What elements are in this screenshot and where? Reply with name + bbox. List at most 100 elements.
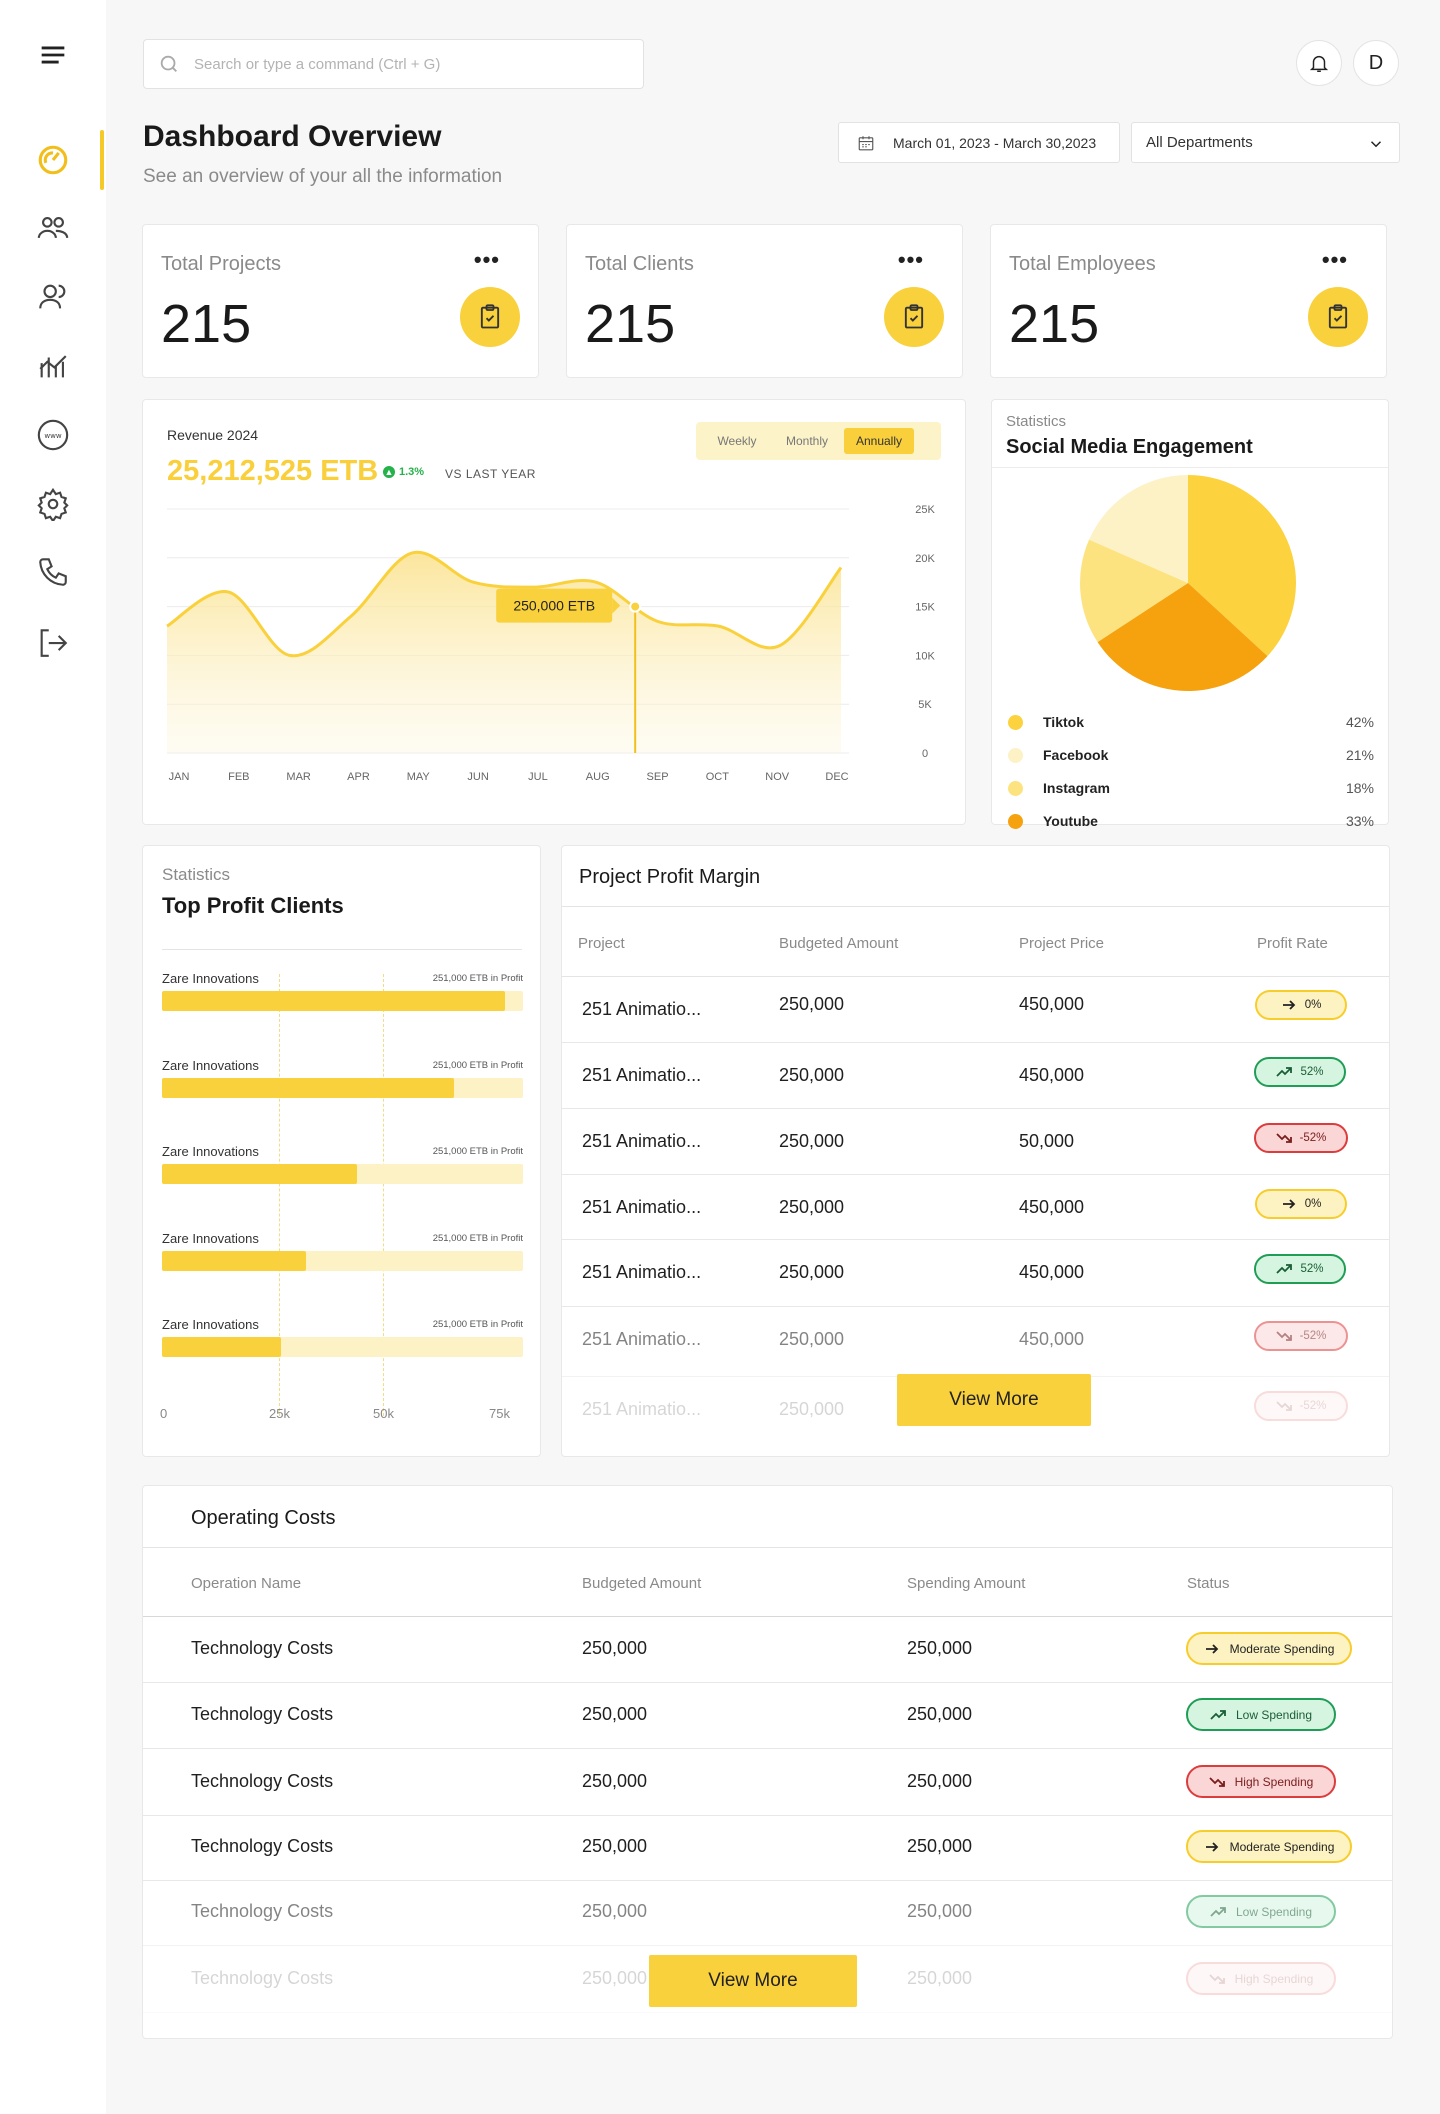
table-row[interactable]: 251 Animatio... 250,000 450,000 0%: [562, 977, 1389, 1043]
status-badge: High Spending: [1186, 1765, 1336, 1798]
more-options-icon[interactable]: •••: [898, 247, 924, 273]
bar-track: [162, 1077, 523, 1098]
stat-card-clients: Total Clients 215 •••: [566, 224, 963, 378]
status-label: High Spending: [1234, 1774, 1314, 1789]
divider: [143, 1547, 1392, 1548]
project-price: 450,000: [1019, 1329, 1085, 1349]
sidebar-active-indicator: [100, 130, 104, 190]
legend-name: Youtube: [1043, 813, 1098, 829]
profit-rate-value: -52%: [1299, 1400, 1327, 1412]
spending-amount: 250,000: [907, 1968, 973, 1988]
operation-name: Technology Costs: [191, 1771, 334, 1791]
logout-icon[interactable]: [34, 624, 72, 662]
x-tick-label: OCT: [706, 771, 730, 783]
table-row[interactable]: 251 Animatio... 250,000 450,000 -52%: [562, 1307, 1389, 1377]
operating-costs-title: Operating Costs: [191, 1507, 336, 1529]
top-profit-clients-card: Statistics Top Profit Clients Zare Innov…: [142, 845, 541, 1457]
search-input[interactable]: [194, 55, 614, 73]
view-more-button[interactable]: View More: [897, 1374, 1091, 1426]
table-row[interactable]: Technology Costs 250,000 250,000 Low Spendi…: [143, 1880, 1392, 1946]
legend-dot: [1008, 780, 1023, 796]
operation-name: Technology Costs: [191, 1968, 334, 1988]
section-label: Statistics: [1006, 413, 1067, 430]
table-row[interactable]: 251 Animatio... 250,000 50,000 -52%: [562, 1109, 1389, 1175]
client-profit: 251,000 ETB in Profit: [432, 973, 523, 984]
clipboard-check-icon: [1308, 287, 1368, 347]
y-tick-label: 10K: [915, 650, 935, 662]
budget-amount: 250,000: [779, 1262, 845, 1282]
tooltip-label: 250,000 ETB: [513, 598, 595, 614]
table-row[interactable]: 251 Animatio... 250,000 450,000 0%: [562, 1175, 1389, 1240]
table-row[interactable]: Technology Costs 250,000 250,000 Moderate S…: [143, 1617, 1392, 1683]
column-header: Operation Name: [191, 1575, 302, 1592]
department-select[interactable]: All Departments: [1131, 122, 1400, 163]
profit-rate-badge: 52%: [1254, 1057, 1346, 1087]
status-label: Moderate Spending: [1229, 1839, 1335, 1854]
client-name: Zare Innovations: [162, 1144, 259, 1159]
bar-fill: [162, 1337, 282, 1357]
search-bar[interactable]: [143, 39, 644, 89]
project-name: 251 Animatio...: [582, 1065, 702, 1085]
notification-button[interactable]: [1296, 40, 1342, 86]
y-tick-label: 25K: [915, 504, 935, 516]
bell-icon: [1309, 55, 1329, 72]
settings-icon[interactable]: [34, 485, 72, 523]
website-icon[interactable]: www: [34, 416, 72, 454]
analytics-icon[interactable]: [34, 347, 72, 385]
legend-name: Tiktok: [1043, 714, 1084, 730]
clipboard-check-icon: [884, 287, 944, 347]
profit-rate-badge: 52%: [1254, 1254, 1346, 1284]
bar-fill: [162, 1077, 455, 1098]
client-profit: 251,000 ETB in Profit: [432, 1232, 523, 1244]
avatar[interactable]: D: [1353, 40, 1399, 86]
revenue-card: Revenue 2024 25,212,525 ETB ▲ 1.3% VS LA…: [142, 399, 966, 825]
trend-down-icon: [1208, 1776, 1225, 1788]
phone-icon[interactable]: [34, 553, 72, 591]
trend-up-icon: [1210, 1709, 1226, 1721]
sidebar: www: [0, 0, 106, 2114]
x-tick-label: APR: [347, 771, 370, 783]
budget-amount: 250,000: [779, 1197, 845, 1217]
table-row[interactable]: 251 Animatio... 250,000 450,000 52%: [562, 1043, 1389, 1109]
bar-fill: [162, 1164, 357, 1184]
table-row[interactable]: Technology Costs 250,000 250,000 Low Spendi…: [143, 1683, 1392, 1749]
svg-text:www: www: [44, 431, 62, 440]
date-range-picker[interactable]: March 01, 2023 - March 30,2023: [838, 122, 1120, 163]
table-row[interactable]: Technology Costs 250,000 250,000 High Spend…: [143, 1750, 1392, 1816]
stat-label: Total Projects: [161, 253, 282, 275]
view-more-button[interactable]: View More: [649, 1955, 857, 2007]
profit-rate-value: -52%: [1299, 1330, 1327, 1342]
chevron-down-icon: [1370, 141, 1382, 148]
spending-amount: 250,000: [907, 1836, 973, 1856]
table-row[interactable]: Technology Costs 250,000 250,000 Moderate S…: [143, 1815, 1392, 1881]
x-tick-label: JUN: [467, 771, 488, 783]
profit-rate-value: 52%: [1300, 1263, 1324, 1275]
profit-rate-badge: -52%: [1254, 1321, 1348, 1351]
employees-icon[interactable]: [34, 278, 72, 316]
divider: [562, 906, 1389, 907]
client-profit: 251,000 ETB in Profit: [432, 1059, 523, 1071]
project-name: 251 Animatio...: [582, 999, 702, 1019]
menu-icon[interactable]: [34, 36, 72, 74]
avatar-letter: D: [1368, 51, 1384, 74]
clients-icon[interactable]: [34, 209, 72, 247]
status-badge: Low Spending: [1186, 1698, 1336, 1731]
status-label: Moderate Spending: [1229, 1641, 1335, 1656]
budget-amount: 250,000: [779, 1329, 845, 1349]
trend-down-icon: [1275, 1330, 1292, 1342]
dashboard-icon[interactable]: [34, 141, 72, 179]
more-options-icon[interactable]: •••: [474, 247, 500, 273]
x-tick-label: NOV: [765, 771, 790, 783]
stat-value: 215: [1009, 294, 1100, 354]
section-label: Statistics: [162, 865, 231, 884]
operation-name: Technology Costs: [191, 1638, 334, 1658]
axis-tick: 0: [160, 1406, 168, 1421]
profit-rate-value: 52%: [1300, 1066, 1324, 1078]
more-options-icon[interactable]: •••: [1322, 247, 1348, 273]
legend-value: 42%: [1345, 714, 1374, 730]
client-name: Zare Innovations: [162, 1057, 259, 1073]
client-profit: 251,000 ETB in Profit: [432, 1146, 523, 1157]
table-row[interactable]: 251 Animatio... 250,000 450,000 52%: [562, 1240, 1389, 1307]
x-tick-label: MAY: [407, 771, 431, 783]
spending-amount: 250,000: [907, 1901, 973, 1921]
